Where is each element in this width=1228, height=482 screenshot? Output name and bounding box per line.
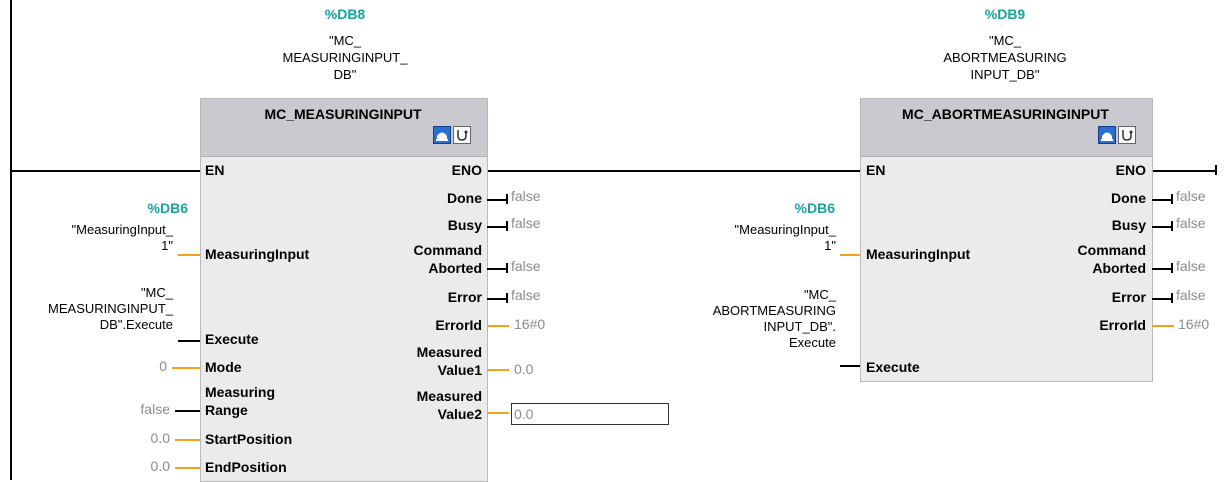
block1-measuringrange-value: false bbox=[140, 401, 170, 417]
power-wire-end bbox=[1215, 165, 1217, 175]
block1-execute-value: "MC_ MEASURINGINPUT_ DB".Execute bbox=[48, 285, 173, 332]
block1-endposition-wire bbox=[175, 467, 200, 469]
block1-commandaborted-wire bbox=[487, 268, 507, 270]
block1-execute-wire bbox=[178, 340, 200, 342]
block2-db-number: %DB9 bbox=[984, 6, 1026, 22]
block2-errorid-wire bbox=[1152, 325, 1174, 327]
block2-errorid-pin: ErrorId bbox=[1099, 317, 1146, 333]
block1-measuredvalue1-wire bbox=[487, 369, 509, 371]
block1-measuredvalue1-pin: Measured Value1 bbox=[416, 344, 482, 378]
block1-busy-value: false bbox=[511, 215, 541, 231]
block1-db-name: "MC_ MEASURINGINPUT_ DB" bbox=[282, 33, 408, 82]
block1-startposition-pin: StartPosition bbox=[205, 431, 293, 447]
block2-commandaborted-pin: Command Aborted bbox=[1077, 242, 1146, 276]
block2-measuringinput-db: %DB6 bbox=[794, 200, 835, 216]
block2-measuringinput-pin: MeasuringInput bbox=[866, 246, 971, 262]
block1-errorid-value: 16#0 bbox=[514, 316, 546, 332]
block2-done-wire bbox=[1152, 199, 1172, 201]
block2-title: MC_ABORTMEASURINGINPUT bbox=[902, 106, 1109, 122]
block1-measuringinput-value: "MeasuringInput_ 1" bbox=[71, 222, 173, 253]
block1-mode-value: 0 bbox=[159, 358, 167, 374]
block2-error-stub bbox=[1171, 293, 1173, 303]
block1-startposition-value: 0.0 bbox=[150, 430, 170, 446]
block1-busy-wire bbox=[487, 226, 507, 228]
block2-commandaborted-stub bbox=[1171, 263, 1173, 273]
block1-endposition-value: 0.0 bbox=[150, 458, 170, 474]
block1-measuringinput-db: %DB6 bbox=[147, 200, 188, 216]
block1-measuredvalue2-pin: Measured Value2 bbox=[416, 388, 482, 422]
block1-commandaborted-pin: Command Aborted bbox=[413, 242, 482, 276]
block2-busy-stub bbox=[1171, 221, 1173, 231]
block1-mode-pin: Mode bbox=[205, 359, 242, 375]
block2-measuringinput-value: "MeasuringInput_ 1" bbox=[734, 222, 836, 253]
block1-measuringrange-wire bbox=[175, 410, 200, 412]
block2-eno-pin: ENO bbox=[1115, 162, 1146, 178]
block2-db-name: "MC_ ABORTMEASURING INPUT_DB" bbox=[943, 33, 1067, 82]
block1-error-stub bbox=[506, 293, 508, 303]
block2-busy-value: false bbox=[1176, 215, 1206, 231]
block1-error-pin: Error bbox=[447, 289, 482, 305]
power-wire-3 bbox=[1152, 170, 1216, 172]
block1-measuredvalue2-wire bbox=[487, 412, 509, 414]
block1-en-pin: EN bbox=[205, 162, 225, 178]
block2-done-stub bbox=[1171, 194, 1173, 204]
block1-endposition-pin: EndPosition bbox=[205, 459, 287, 475]
block1-execute-pin: Execute bbox=[205, 331, 259, 347]
block1-mode-wire bbox=[172, 367, 200, 369]
block2-execute-pin: Execute bbox=[866, 359, 920, 375]
block1-done-stub bbox=[506, 194, 508, 204]
block2-commandaborted-value: false bbox=[1176, 258, 1206, 274]
block1-measuringinput-wire bbox=[178, 254, 200, 256]
block1-error-wire bbox=[487, 298, 507, 300]
block2-execute-value: "MC_ ABORTMEASURING INPUT_DB". Execute bbox=[712, 287, 836, 350]
block1-db-number: %DB8 bbox=[324, 6, 366, 22]
block2-execute-wire bbox=[840, 365, 860, 367]
power-wire-1 bbox=[12, 170, 200, 172]
block1-busy-stub bbox=[506, 221, 508, 231]
block1-title: MC_MEASURINGINPUT bbox=[264, 106, 422, 122]
block1-startposition-wire bbox=[175, 439, 200, 441]
block2-error-pin: Error bbox=[1111, 289, 1146, 305]
block2-en-pin: EN bbox=[866, 162, 886, 178]
online-monitor-icon[interactable] bbox=[433, 126, 451, 144]
block1-commandaborted-stub bbox=[506, 263, 508, 273]
block1-error-value: false bbox=[511, 287, 541, 303]
block1-busy-pin: Busy bbox=[447, 217, 482, 233]
block2-done-value: false bbox=[1176, 188, 1206, 204]
power-wire-2 bbox=[487, 170, 860, 172]
measuredvalue2-edit-field[interactable]: 0.0 bbox=[511, 403, 669, 425]
online-monitor-icon[interactable] bbox=[1098, 126, 1116, 144]
block1-measuringinput-pin: MeasuringInput bbox=[205, 246, 310, 262]
block1-measuringrange-pin: Measuring Range bbox=[205, 384, 276, 418]
block1-eno-pin: ENO bbox=[451, 162, 482, 178]
block2-measuringinput-wire bbox=[840, 254, 860, 256]
block2-error-value: false bbox=[1176, 287, 1206, 303]
diagnostics-icon[interactable] bbox=[1118, 126, 1136, 144]
block1-done-wire bbox=[487, 199, 507, 201]
block1-errorid-wire bbox=[487, 325, 509, 327]
block1-errorid-pin: ErrorId bbox=[435, 317, 482, 333]
block1-done-pin: Done bbox=[447, 190, 482, 206]
block2-busy-wire bbox=[1152, 226, 1172, 228]
block2-error-wire bbox=[1152, 298, 1172, 300]
block2-errorid-value: 16#0 bbox=[1178, 316, 1210, 332]
block1-measuredvalue1-value: 0.0 bbox=[514, 361, 534, 377]
block1-commandaborted-value: false bbox=[511, 258, 541, 274]
block2-done-pin: Done bbox=[1111, 190, 1146, 206]
block2-busy-pin: Busy bbox=[1111, 217, 1146, 233]
block1-done-value: false bbox=[511, 188, 541, 204]
diagnostics-icon[interactable] bbox=[453, 126, 471, 144]
block2-commandaborted-wire bbox=[1152, 268, 1172, 270]
